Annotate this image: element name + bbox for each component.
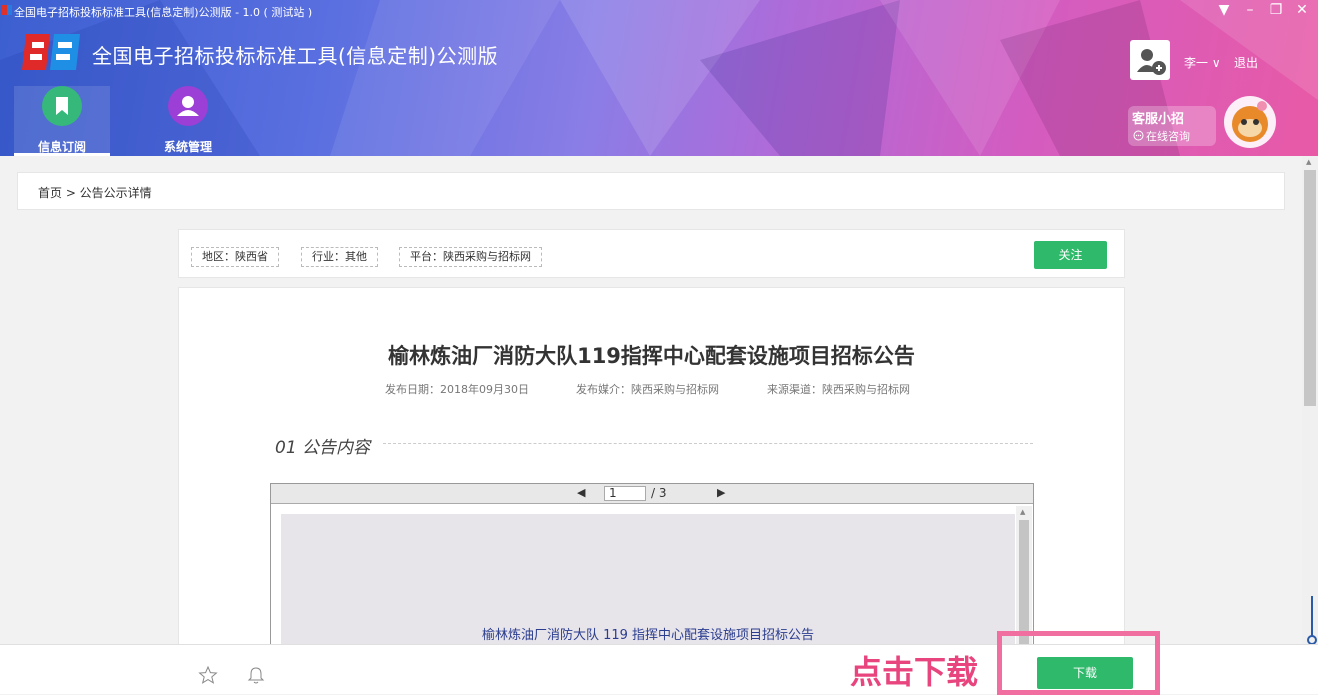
customer-service[interactable]: 客服小招 在线咨询 [1128, 106, 1216, 146]
next-page-icon[interactable]: ▶ [717, 486, 725, 499]
app-logo [22, 34, 80, 70]
viewer-scrollbar[interactable]: ▲ [1016, 506, 1032, 644]
page-scrollbar[interactable]: ▲ [1302, 156, 1318, 644]
add-user-icon[interactable] [1130, 40, 1170, 80]
user-menu[interactable]: 李一 ∨ [1184, 54, 1221, 71]
breadcrumb[interactable]: 首页 > 公告公示详情 [38, 184, 152, 201]
minimize-icon[interactable]: – [1242, 2, 1258, 18]
download-hint: 点击下载 [850, 653, 979, 691]
tag-platform: 平台：陕西采购与招标网 [399, 247, 542, 267]
mascot-icon[interactable] [1218, 94, 1282, 150]
chat-bubble-icon [1133, 130, 1144, 141]
nav-item-subscription[interactable]: 信息订阅 [14, 86, 110, 156]
viewer-scroll-thumb[interactable] [1019, 520, 1029, 644]
page-scroll-thumb[interactable] [1304, 170, 1316, 406]
meta-media: 发布媒介：陕西采购与招标网 [576, 383, 719, 396]
app-header: 全国电子招标投标标准工具(信息定制)公测版 - 1.0 ( 测试站 ) ▼ – … [0, 0, 1318, 156]
section-divider [383, 443, 1033, 444]
section-heading: 01 公告内容 [275, 438, 371, 458]
bottom-bar: 点击下载 下载 [0, 631, 1318, 695]
article-title: 榆林炼油厂消防大队119指挥中心配套设施项目招标公告 [388, 344, 915, 368]
total-pages: / 3 [651, 486, 667, 500]
star-icon[interactable] [198, 665, 218, 685]
close-icon[interactable]: ✕ [1294, 2, 1310, 18]
service-subtitle: 在线咨询 [1146, 130, 1190, 143]
restore-icon[interactable]: ❐ [1268, 2, 1284, 18]
download-button[interactable]: 下载 [1037, 657, 1133, 689]
logout-link[interactable]: 退出 [1234, 54, 1258, 71]
breadcrumb-bar: 首页 > 公告公示详情 [17, 172, 1285, 210]
scroll-indicator-icon [1307, 596, 1317, 645]
main-content: 首页 > 公告公示详情 地区：陕西省 行业：其他 平台：陕西采购与招标网 关注 … [0, 156, 1302, 644]
menu-dropdown-icon[interactable]: ▼ [1216, 2, 1232, 18]
tag-region: 地区：陕西省 [191, 247, 279, 267]
nav-item-system[interactable]: 系统管理 [140, 86, 236, 156]
app-small-icon [2, 5, 12, 15]
pdf-viewer[interactable]: ◀ 1 / 3 ▶ 榆林炼油厂消防大队 119 指挥中心配套设施项目招标公告 ▲ [270, 483, 1034, 644]
meta-date: 发布日期：2018年09月30日 [385, 383, 529, 396]
meta-source: 来源渠道：陕西采购与招标网 [767, 383, 910, 396]
bell-icon[interactable] [246, 665, 266, 685]
scroll-up-icon[interactable]: ▲ [1020, 508, 1025, 516]
viewer-toolbar: ◀ 1 / 3 ▶ [271, 484, 1033, 504]
bookmark-icon [42, 86, 82, 126]
document-title: 榆林炼油厂消防大队 119 指挥中心配套设施项目招标公告 [481, 628, 815, 643]
scroll-up-icon[interactable]: ▲ [1306, 158, 1311, 166]
page-number-input[interactable]: 1 [604, 486, 646, 501]
app-title: 全国电子招标投标标准工具(信息定制)公测版 [92, 44, 499, 68]
tag-industry: 行业：其他 [301, 247, 378, 267]
user-icon [168, 86, 208, 126]
window-controls: ▼ – ❐ ✕ [1216, 2, 1310, 18]
service-title: 客服小招 [1132, 112, 1185, 127]
follow-button[interactable]: 关注 [1034, 241, 1107, 269]
tag-bar: 地区：陕西省 行业：其他 平台：陕西采购与招标网 关注 [178, 229, 1125, 278]
article-panel: 榆林炼油厂消防大队119指挥中心配套设施项目招标公告 发布日期：2018年09月… [178, 287, 1125, 644]
prev-page-icon[interactable]: ◀ [577, 486, 585, 499]
document-page: 榆林炼油厂消防大队 119 指挥中心配套设施项目招标公告 [281, 514, 1015, 644]
window-title: 全国电子招标投标标准工具(信息定制)公测版 - 1.0 ( 测试站 ) [14, 6, 313, 19]
nav-label: 系统管理 [163, 140, 212, 154]
